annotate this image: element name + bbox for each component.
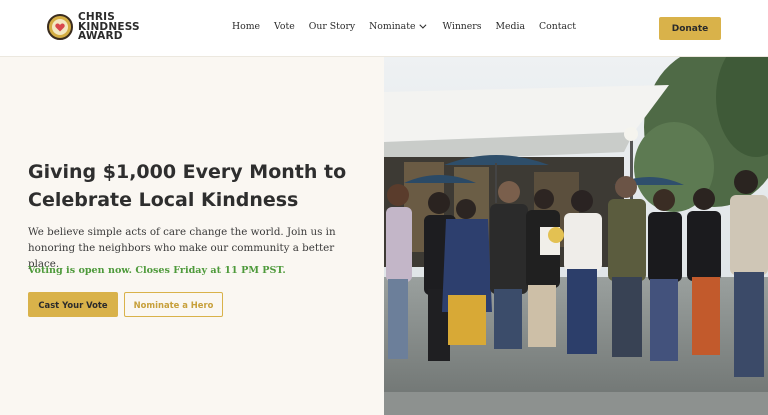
nav-item-our-story[interactable]: Our Story bbox=[309, 21, 355, 32]
nav-item-winners[interactable]: Winners bbox=[442, 21, 481, 32]
main-nav: Home Vote Our Story Nominate Winners Med… bbox=[232, 21, 590, 32]
cast-vote-button[interactable]: Cast Your Vote bbox=[28, 292, 118, 317]
nominate-hero-button[interactable]: Nominate a Hero bbox=[124, 292, 223, 317]
nav-item-nominate[interactable]: Nominate bbox=[369, 21, 427, 32]
nav-item-media[interactable]: Media bbox=[496, 21, 526, 32]
chevron-down-icon bbox=[419, 21, 427, 29]
nav-item-contact[interactable]: Contact bbox=[539, 21, 576, 32]
hero-group-photo bbox=[384, 57, 768, 415]
donate-button[interactable]: Donate bbox=[659, 17, 721, 40]
heart-badge-icon bbox=[47, 14, 73, 41]
nav-item-vote[interactable]: Vote bbox=[274, 21, 295, 32]
logo-wordmark: CHRIS KINDNESS AWARD bbox=[78, 12, 140, 42]
hero-headline: Giving $1,000 Every Month to Celebrate L… bbox=[28, 161, 347, 211]
voting-status-note: Voting is open now. Closes Friday at 11 … bbox=[28, 265, 286, 276]
logo-line-3: AWARD bbox=[78, 30, 123, 42]
site-logo[interactable]: CHRIS KINDNESS AWARD bbox=[47, 12, 140, 42]
nav-item-home[interactable]: Home bbox=[232, 21, 260, 32]
site-header: CHRIS KINDNESS AWARD Home Vote Our Story… bbox=[0, 0, 768, 57]
